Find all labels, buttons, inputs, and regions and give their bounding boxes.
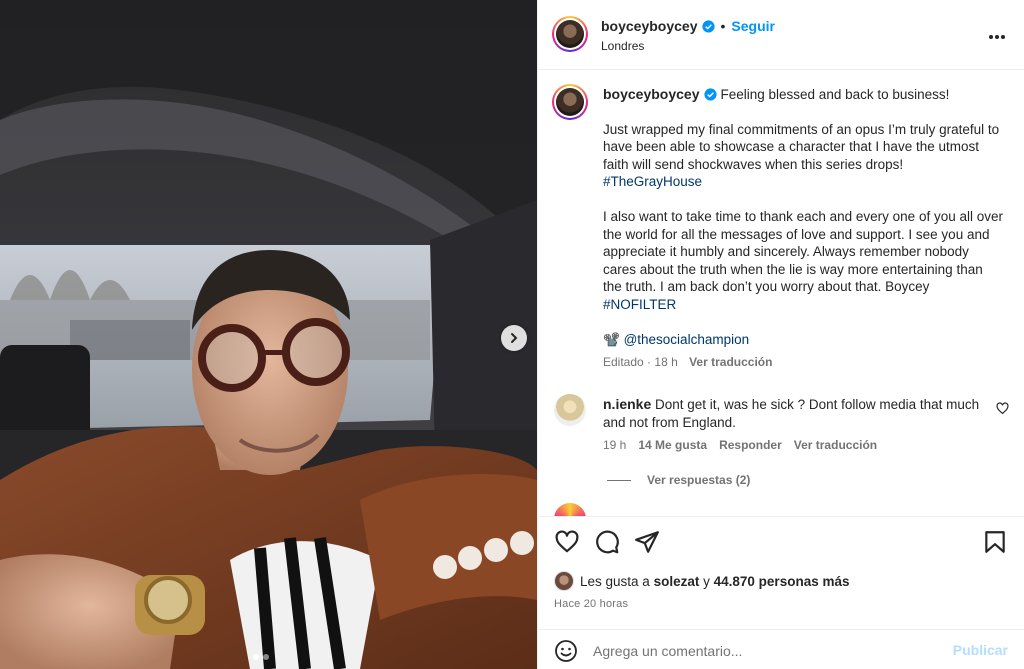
verified-icon <box>703 88 717 101</box>
carousel-dot <box>263 654 269 660</box>
comments-scroll[interactable]: boyceyboycey Feeling blessed and back to … <box>538 71 1024 516</box>
camera-emoji: 📽️ <box>603 331 620 347</box>
comment-text: Dont get it, was he sick ? Dont follow m… <box>603 397 980 430</box>
comment-icon[interactable] <box>594 529 620 555</box>
add-comment-bar: Publicar <box>538 629 1024 669</box>
emoji-icon[interactable] <box>554 639 578 663</box>
caption-paragraph-2: I also want to take time to thank each a… <box>603 208 1003 295</box>
post-caption: boyceyboycey Feeling blessed and back to … <box>603 86 1003 372</box>
comment-likes[interactable]: 14 Me gusta <box>638 438 707 452</box>
post-media[interactable] <box>0 0 537 669</box>
heart-icon[interactable] <box>996 402 1009 415</box>
carousel-indicator <box>253 654 269 660</box>
chevron-right-icon <box>511 333 518 343</box>
liker-username[interactable]: solezat <box>654 574 700 589</box>
edited-time: 18 h <box>654 355 678 370</box>
comment-input[interactable] <box>593 640 943 662</box>
post-actions: Les gusta a solezat y 44.870 personas má… <box>538 516 1024 669</box>
hashtag-link[interactable]: #TheGrayHouse <box>603 174 702 189</box>
bookmark-icon[interactable] <box>982 529 1008 555</box>
translate-link[interactable]: Ver traducción <box>689 355 772 369</box>
likes-conj: y <box>703 573 710 589</box>
post-location[interactable]: Londres <box>601 39 644 53</box>
view-replies-label: Ver respuestas (2) <box>647 473 751 487</box>
commenter-username[interactable]: n.ienke <box>603 396 651 412</box>
edited-label: Editado <box>603 355 644 370</box>
header-separator: • <box>720 18 726 34</box>
mention-link[interactable]: @thesocialchampion <box>624 332 750 347</box>
liker-avatar <box>554 571 574 591</box>
post-photo <box>0 0 537 669</box>
follow-button[interactable]: Seguir <box>731 18 775 34</box>
replies-divider <box>607 479 631 481</box>
carousel-next-button[interactable] <box>501 325 527 351</box>
heart-icon[interactable] <box>554 529 580 555</box>
caption-paragraph-1: Just wrapped my final commitments of an … <box>603 121 1000 172</box>
next-comment-avatar[interactable] <box>554 503 586 516</box>
likes-prefix: Les gusta a <box>580 573 650 589</box>
publish-button[interactable]: Publicar <box>953 642 1008 658</box>
likes-summary[interactable]: Les gusta a solezat y 44.870 personas má… <box>554 571 849 591</box>
more-icon <box>989 35 1005 39</box>
caption-headline: Feeling blessed and back to business! <box>720 87 950 102</box>
commenter-avatar[interactable] <box>554 394 586 426</box>
view-replies-button[interactable]: Ver respuestas (2) <box>607 473 750 487</box>
post-header: boyceyboycey • Seguir Londres <box>538 0 1024 70</box>
verified-icon <box>701 19 715 33</box>
comment-translate-link[interactable]: Ver traducción <box>794 438 877 452</box>
post-panel: boyceyboycey • Seguir Londres boyceyboyc… <box>537 0 1024 669</box>
carousel-dot <box>253 654 259 660</box>
author-avatar[interactable] <box>552 16 588 52</box>
more-options-button[interactable] <box>988 24 1006 44</box>
caption-avatar[interactable] <box>552 84 588 120</box>
post-time: Hace 20 horas <box>554 598 629 610</box>
author-username[interactable]: boyceyboycey <box>601 18 698 34</box>
likes-count[interactable]: 44.870 personas más <box>714 574 850 589</box>
reply-button[interactable]: Responder <box>719 438 782 452</box>
share-icon[interactable] <box>634 529 660 555</box>
meta-dot: · <box>647 355 652 370</box>
caption-username[interactable]: boyceyboycey <box>603 86 700 102</box>
hashtag-link[interactable]: #NOFILTER <box>603 297 676 312</box>
comment-time: 19 h <box>603 438 627 452</box>
